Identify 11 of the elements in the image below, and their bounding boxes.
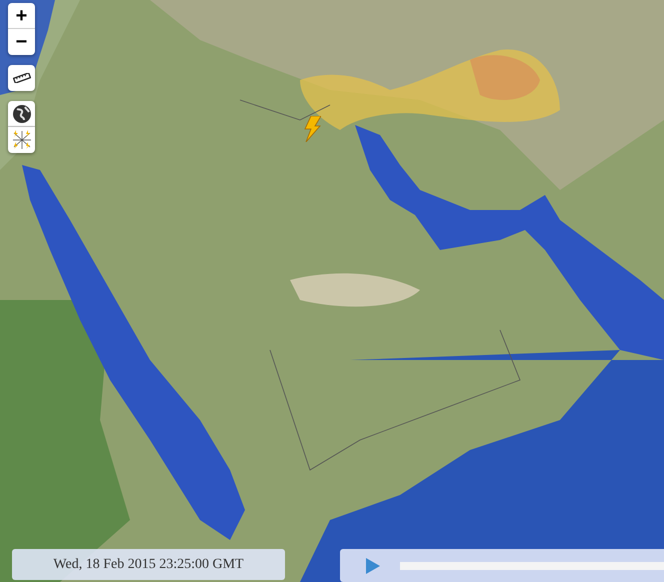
ruler-icon bbox=[12, 73, 30, 83]
zoom-in-button[interactable]: + bbox=[8, 3, 35, 29]
layer-button[interactable] bbox=[8, 65, 35, 91]
globe-icon bbox=[12, 104, 32, 124]
timeline-track[interactable] bbox=[400, 562, 664, 570]
lightning-icon bbox=[10, 129, 32, 151]
lightning-marker-icon bbox=[303, 116, 321, 142]
timestamp-text: Wed, 18 Feb 2015 23:25:00 GMT bbox=[53, 556, 244, 574]
layer-button[interactable] bbox=[8, 101, 35, 127]
play-icon[interactable] bbox=[366, 558, 380, 574]
zoom-out-button[interactable]: − bbox=[8, 29, 35, 55]
